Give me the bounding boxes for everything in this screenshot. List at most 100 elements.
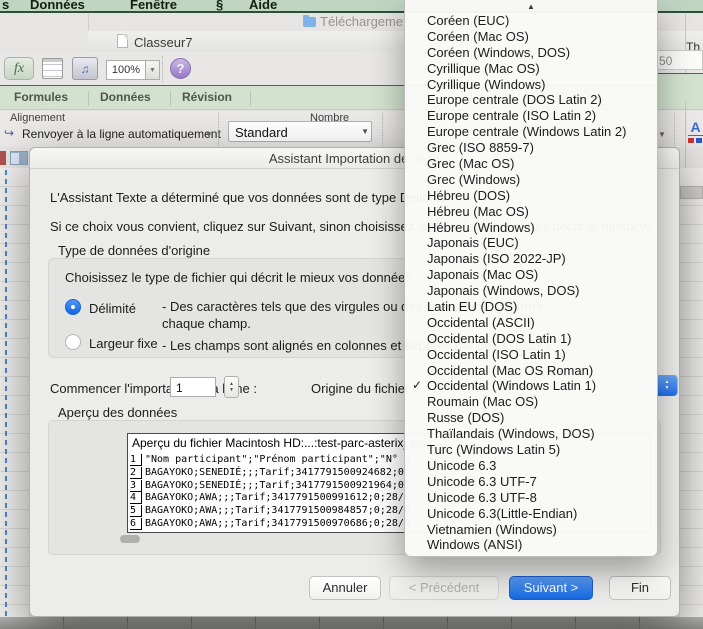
document-icon [117, 34, 128, 48]
encoding-menu-item[interactable]: ✓ Japonais (Windows, DOS) [405, 283, 657, 299]
toolbar-divider [162, 56, 163, 82]
encoding-menu-item-label: Japonais (Mac OS) [427, 267, 539, 283]
fill-color-icon[interactable] [0, 151, 6, 165]
horizontal-scrollbar-thumb[interactable] [120, 535, 140, 543]
encoding-menu-item[interactable]: ✓ Japonais (EUC) [405, 235, 657, 251]
encoding-menu-item-label: Russe (DOS) [427, 410, 505, 426]
zoom-dropdown-arrow[interactable]: ▼ [146, 60, 160, 80]
encoding-menu-item[interactable]: ✓ Hébreu (Windows) [405, 220, 657, 236]
tab-revision[interactable]: Révision [182, 90, 232, 104]
zoom-select[interactable]: 100% [106, 60, 146, 80]
workbook-title: Classeur7 [134, 35, 193, 50]
cancel-button[interactable]: Annuler [309, 576, 381, 600]
encoding-menu-item[interactable]: ✓ Vietnamien (Windows) [405, 522, 657, 538]
radio-delimited-label[interactable]: Délimité [89, 301, 136, 316]
encoding-menu-item[interactable]: ✓ Europe centrale (DOS Latin 2) [405, 92, 657, 108]
encoding-menu-item[interactable]: ✓ Russe (DOS) [405, 410, 657, 426]
row-text: BAGAYOKO;AWA;;;Tarif;3417791500984857;0;… [145, 505, 410, 517]
row-text: "Nom participant";"Prénom participant";"… [145, 454, 410, 465]
finish-button[interactable]: Fin [609, 576, 671, 600]
origin-section-label: Type de données d'origine [58, 243, 211, 258]
borders-icon[interactable] [10, 151, 28, 165]
font-color-icon[interactable]: A [688, 119, 703, 136]
color-swatch-red [688, 138, 694, 143]
sheet-icon[interactable] [42, 58, 63, 79]
selected-cell[interactable] [680, 186, 703, 199]
encoding-menu-item-label: Coréen (Windows, DOS) [427, 44, 571, 60]
encoding-menu-item-label: Vietnamien (Windows) [427, 521, 557, 537]
encoding-menu-item[interactable]: ✓ Japonais (Mac OS) [405, 267, 657, 283]
checkmark-icon: ✓ [412, 378, 423, 393]
wrap-text-icon: ↪ [4, 126, 15, 140]
wrap-text-dropdown-arrow[interactable]: ▼ [205, 130, 213, 139]
tab-separator [88, 91, 89, 106]
import-row-input[interactable]: 1 [170, 377, 216, 397]
encoding-menu-item-label: Japonais (Windows, DOS) [427, 283, 580, 299]
scroll-up-arrow-icon[interactable]: ▲ [405, 0, 657, 13]
import-row-stepper[interactable]: ▲ ▼ [224, 376, 239, 398]
menu-item-aide[interactable]: Aide [249, 0, 277, 11]
menu-item-fenetre[interactable]: Fenêtre [130, 0, 177, 11]
encoding-menu-item[interactable]: ✓ Europe centrale (Windows Latin 2) [405, 124, 657, 140]
encoding-menu-item-label: Roumain (Mac OS) [427, 394, 539, 410]
row-number: 1 [130, 454, 142, 466]
encoding-menu-item[interactable]: ✓ Europe centrale (ISO Latin 2) [405, 108, 657, 124]
next-button[interactable]: Suivant > [509, 576, 593, 600]
radio-fixed-width-label[interactable]: Largeur fixe [89, 336, 158, 351]
cell-value: 50 [659, 54, 673, 68]
tab-donnees[interactable]: Données [100, 90, 151, 104]
help-button[interactable]: ? [170, 58, 191, 79]
encoding-menu-item[interactable]: ✓ Occidental (Windows Latin 1) [405, 378, 657, 394]
number-format-value: Standard [235, 125, 288, 140]
encoding-menu-item[interactable]: ✓ Coréen (EUC) [405, 13, 657, 29]
encoding-menu-item[interactable]: ✓ Roumain (Mac OS) [405, 394, 657, 410]
number-format-select[interactable]: Standard ▼ [228, 121, 372, 142]
encoding-menu-item[interactable]: ✓ Occidental (Mac OS Roman) [405, 363, 657, 379]
tab-formules[interactable]: Formules [14, 90, 68, 104]
encoding-menu-item[interactable]: ✓ Latin EU (DOS) [405, 299, 657, 315]
encoding-list: ✓ Coréen (EUC) ✓ Coréen (Mac OS) ✓ Corée… [405, 13, 657, 553]
wrap-text-control[interactable]: Renvoyer à la ligne automatiquement [22, 127, 221, 141]
chevron-down-icon: ▼ [361, 127, 369, 136]
encoding-menu-item[interactable]: ✓ Thaïlandais (Windows, DOS) [405, 426, 657, 442]
encoding-menu-item[interactable]: ✓ Windows (ANSI) [405, 537, 657, 553]
encoding-menu-item[interactable]: ✓ Cyrillique (Windows) [405, 77, 657, 93]
encoding-menu-item-label: Hébreu (DOS) [427, 187, 511, 203]
encoding-menu-item[interactable]: ✓ Occidental (ASCII) [405, 315, 657, 331]
formula-builder-button[interactable]: fx [4, 57, 34, 80]
encoding-menu-item[interactable]: ✓ Unicode 6.3 UTF-8 [405, 490, 657, 506]
encoding-menu-item[interactable]: ✓ Unicode 6.3 UTF-7 [405, 474, 657, 490]
encoding-menu-item[interactable]: ✓ Turc (Windows Latin 5) [405, 442, 657, 458]
ribbon-band-right [655, 73, 703, 101]
file-origin-label: Origine du fichier : [311, 381, 417, 396]
previous-button: < Précédent [389, 576, 499, 600]
popup-chevrons-icon: ▲ ▼ [657, 375, 677, 396]
encoding-menu-item[interactable]: ✓ Coréen (Windows, DOS) [405, 45, 657, 61]
media-browser-icon[interactable]: ♫ [72, 57, 98, 80]
menu-item-donnees[interactable]: Données [30, 0, 85, 11]
encoding-menu-item[interactable]: ✓ Grec (ISO 8859-7) [405, 140, 657, 156]
intro-line-1: L'Assistant Texte a déterminé que vos do… [50, 190, 451, 205]
encoding-menu-item[interactable]: ✓ Grec (Mac OS) [405, 156, 657, 172]
chevron-down-icon[interactable]: ▼ [658, 130, 666, 139]
row-text: BAGAYOKO;AWA;;;Tarif;3417791500970686;0;… [145, 517, 410, 529]
page-break-line [5, 170, 7, 617]
encoding-menu-item[interactable]: ✓ Grec (Windows) [405, 172, 657, 188]
encoding-menu-item[interactable]: ✓ Cyrillique (Mac OS) [405, 61, 657, 77]
encoding-menu-item[interactable]: ✓ Occidental (ISO Latin 1) [405, 347, 657, 363]
encoding-menu-item[interactable]: ✓ Hébreu (DOS) [405, 188, 657, 204]
encoding-menu-item[interactable]: ✓ Coréen (Mac OS) [405, 29, 657, 45]
radio-fixed-width[interactable] [65, 334, 81, 350]
group-divider [674, 113, 675, 146]
encoding-menu-item[interactable]: ✓ Unicode 6.3(Little-Endian) [405, 506, 657, 522]
encoding-menu-item[interactable]: ✓ Occidental (DOS Latin 1) [405, 331, 657, 347]
script-menu-icon[interactable]: § [216, 0, 223, 11]
radio-delimited[interactable] [65, 299, 81, 315]
encoding-menu-item[interactable]: ✓ Hébreu (Mac OS) [405, 204, 657, 220]
encoding-menu-item-label: Unicode 6.3(Little-Endian) [427, 505, 578, 521]
encoding-menu-item-label: Europe centrale (DOS Latin 2) [427, 92, 602, 108]
color-swatch-blue [696, 138, 702, 143]
encoding-menu-item[interactable]: ✓ Unicode 6.3 [405, 458, 657, 474]
menu-item-partial[interactable]: s [2, 0, 9, 11]
encoding-menu-item[interactable]: ✓ Japonais (ISO 2022-JP) [405, 251, 657, 267]
